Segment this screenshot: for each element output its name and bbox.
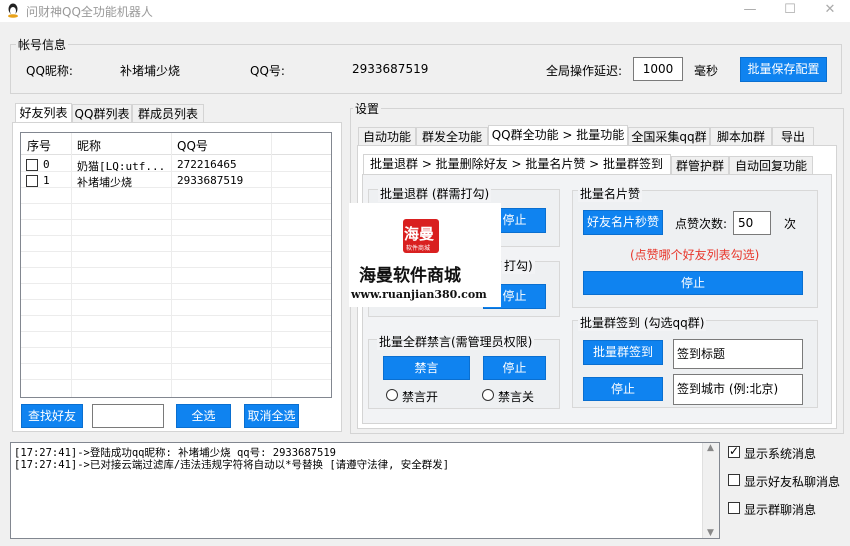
select-all-button[interactable]: 全选 bbox=[176, 404, 231, 428]
signin-title: 批量群签到 (勾选qq群) bbox=[578, 314, 707, 331]
table-row[interactable]: 0 奶猫[LQ:utf... 272216465 bbox=[21, 157, 331, 173]
show-group-messages-checkbox[interactable] bbox=[728, 502, 740, 514]
col-qq-header[interactable]: QQ号 bbox=[177, 137, 208, 154]
show-system-messages-checkbox[interactable] bbox=[728, 444, 740, 458]
mute-on-label: 禁言开 bbox=[402, 390, 439, 404]
friend-table: 序号 昵称 QQ号 0 奶猫[LQ:utf... 272216465 1 补堵埔… bbox=[20, 132, 332, 398]
settings-label: 设置 bbox=[353, 100, 382, 117]
tab-group-member-list[interactable]: 群成员列表 bbox=[132, 104, 204, 123]
show-system-messages-label: 显示系统消息 bbox=[744, 447, 817, 461]
like-count-label: 点赞次数: bbox=[675, 217, 728, 231]
qq-value: 2933687519 bbox=[352, 62, 429, 76]
deselect-all-button[interactable]: 取消全选 bbox=[244, 404, 299, 428]
subtab-auto-reply[interactable]: 自动回复功能 bbox=[729, 156, 813, 175]
signin-title-input[interactable]: 签到标题 bbox=[673, 339, 803, 369]
delete-friend-title: 打勾) bbox=[502, 257, 535, 274]
mute-title: 批量全群禁言(需管理员权限) bbox=[377, 333, 535, 350]
mute-on-radio[interactable] bbox=[386, 389, 398, 401]
tab-auto-functions[interactable]: 自动功能 bbox=[358, 127, 416, 146]
find-friend-button[interactable]: 查找好友 bbox=[21, 404, 83, 428]
row-index: 1 bbox=[43, 174, 50, 187]
log-line: [17:27:41]->已对接云端过滤库/违法违规字符将自动以*号替换 [请遵守… bbox=[14, 459, 450, 471]
title-bar: 问财神QQ全功能机器人 — ☐ ✕ bbox=[0, 0, 850, 22]
tab-collect-groups[interactable]: 全国采集qq群 bbox=[628, 127, 710, 146]
close-button[interactable]: ✕ bbox=[810, 0, 850, 22]
delay-input[interactable]: 1000 bbox=[633, 57, 683, 81]
log-scrollbar[interactable]: ▲ ▼ bbox=[702, 443, 719, 538]
row-index: 0 bbox=[43, 158, 50, 171]
scroll-down-icon[interactable]: ▼ bbox=[707, 528, 714, 538]
show-friend-messages-label: 显示好友私聊消息 bbox=[744, 475, 841, 489]
tab-mass-send[interactable]: 群发全功能 bbox=[416, 127, 488, 146]
col-nick-header[interactable]: 昵称 bbox=[77, 137, 101, 154]
col-index-header[interactable]: 序号 bbox=[27, 137, 51, 154]
mute-off-radio[interactable] bbox=[482, 389, 494, 401]
maximize-button[interactable]: ☐ bbox=[770, 0, 810, 22]
nickname-label: QQ昵称: bbox=[26, 64, 73, 78]
mute-button[interactable]: 禁言 bbox=[383, 356, 470, 380]
watermark-url: www.ruanjian380.com bbox=[351, 288, 487, 301]
tab-friend-list[interactable]: 好友列表 bbox=[15, 103, 72, 123]
watermark-logo: 海曼 软件商城 bbox=[403, 219, 439, 253]
scroll-up-icon[interactable]: ▲ bbox=[707, 443, 714, 453]
penguin-icon bbox=[8, 3, 18, 18]
group-signin-button[interactable]: 批量群签到 bbox=[583, 340, 663, 365]
table-header: 序号 昵称 QQ号 bbox=[21, 133, 331, 155]
delay-unit: 毫秒 bbox=[694, 64, 719, 78]
watermark-title: 海曼软件商城 bbox=[359, 266, 461, 286]
signin-stop-button[interactable]: 停止 bbox=[583, 377, 663, 401]
tab-qq-group-list[interactable]: QQ群列表 bbox=[72, 104, 132, 123]
signin-city-input[interactable]: 签到城市 (例:北京) bbox=[673, 374, 803, 405]
watermark-logo-text: 海曼 bbox=[404, 225, 435, 243]
account-info-label: 帐号信息 bbox=[16, 36, 69, 53]
like-count-input[interactable]: 50 bbox=[733, 211, 771, 235]
like-stop-button[interactable]: 停止 bbox=[583, 271, 803, 295]
log-textarea[interactable]: [17:27:41]->登陆成功qq昵称: 补堵埔少烧 qq号: 2933687… bbox=[10, 442, 720, 539]
tab-script-join[interactable]: 脚本加群 bbox=[710, 127, 772, 146]
table-row[interactable]: 1 补堵埔少烧 2933687519 bbox=[21, 173, 331, 189]
qq-label: QQ号: bbox=[250, 64, 285, 78]
show-group-messages-label: 显示群聊消息 bbox=[744, 503, 817, 517]
row-checkbox[interactable] bbox=[26, 159, 38, 171]
watermark-logo-sub: 软件商城 bbox=[406, 245, 431, 252]
nickname-value: 补堵埔少烧 bbox=[120, 64, 181, 78]
window-title: 问财神QQ全功能机器人 bbox=[26, 5, 153, 19]
like-title: 批量名片赞 bbox=[578, 185, 643, 202]
mute-off-label: 禁言关 bbox=[498, 390, 535, 404]
row-qq: 2933687519 bbox=[177, 174, 244, 187]
save-config-button[interactable]: 批量保存配置 bbox=[740, 57, 827, 82]
minimize-button[interactable]: — bbox=[730, 0, 770, 22]
show-friend-messages-checkbox[interactable] bbox=[728, 474, 740, 486]
friend-search-input[interactable] bbox=[92, 404, 164, 428]
like-hint: (点赞哪个好友列表勾选) bbox=[630, 248, 760, 262]
delay-label: 全局操作延迟: bbox=[546, 64, 623, 78]
watermark: 海曼 软件商城 海曼软件商城 www.ruanjian380.com bbox=[349, 203, 501, 307]
like-count-unit: 次 bbox=[784, 217, 797, 231]
quit-group-title: 批量退群 (群需打勾) bbox=[378, 185, 492, 202]
tab-qq-group-batch[interactable]: QQ群全功能 > 批量功能 bbox=[488, 125, 628, 146]
row-checkbox[interactable] bbox=[26, 175, 38, 187]
subtab-batch-chain[interactable]: 批量退群 > 批量删除好友 > 批量名片赞 > 批量群签到 bbox=[363, 154, 671, 175]
tab-export[interactable]: 导出 bbox=[772, 127, 814, 146]
subtab-group-guard[interactable]: 群管护群 bbox=[671, 156, 729, 175]
row-nick: 奶猫[LQ:utf... bbox=[77, 160, 166, 173]
mute-stop-button[interactable]: 停止 bbox=[483, 356, 546, 380]
row-qq: 272216465 bbox=[177, 158, 237, 171]
row-nick: 补堵埔少烧 bbox=[77, 176, 132, 189]
like-card-button[interactable]: 好友名片秒赞 bbox=[583, 210, 663, 235]
